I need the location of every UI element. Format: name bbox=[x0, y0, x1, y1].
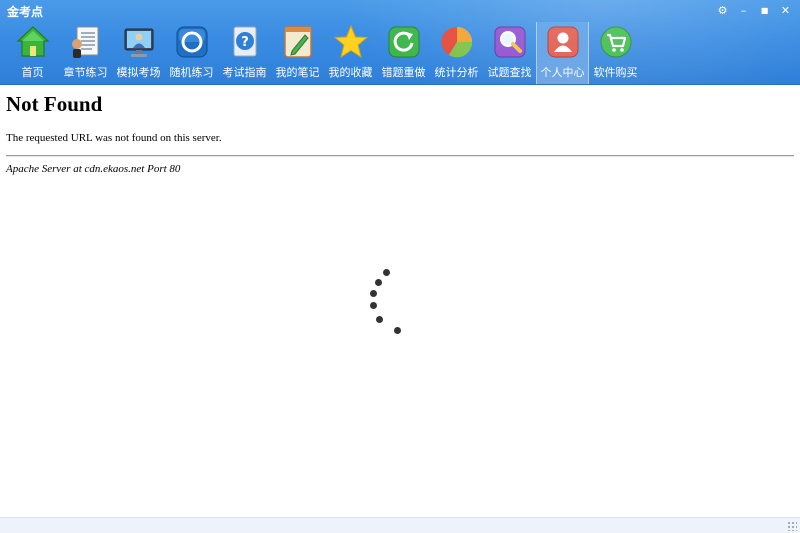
pie-chart-icon bbox=[439, 24, 475, 60]
tool-statistics[interactable]: 统计分析 bbox=[430, 22, 483, 84]
tool-mock-exam[interactable]: 模拟考场 bbox=[112, 22, 165, 84]
error-message: The requested URL was not found on this … bbox=[6, 132, 222, 144]
svg-text:?: ? bbox=[241, 35, 249, 50]
minimize-icon: – bbox=[740, 4, 747, 17]
tool-redo-mistakes[interactable]: 错题重做 bbox=[377, 22, 430, 84]
divider bbox=[6, 155, 794, 157]
minimize-button[interactable]: – bbox=[735, 3, 752, 18]
spinner-dot bbox=[375, 279, 382, 286]
spinner-dot bbox=[370, 302, 377, 309]
spinner-dot bbox=[394, 327, 401, 334]
main-toolbar: 首页 章节练习 模拟考场 随机练习 ? 考试指南 我的笔记 我的收藏 错题重做 … bbox=[6, 22, 642, 84]
app-title: 金考点 bbox=[7, 5, 44, 19]
maximize-icon: ■ bbox=[760, 5, 769, 15]
close-button[interactable]: ✕ bbox=[777, 3, 794, 18]
monitor-person-icon bbox=[121, 24, 157, 60]
tool-personal-center[interactable]: 个人中心 bbox=[536, 22, 589, 84]
app-toolbar: 金考点 ⚙ – ■ ✕ 首页 章节练习 模拟考场 随机练习 ? 考试指南 我的笔… bbox=[0, 0, 800, 85]
home-icon bbox=[15, 24, 51, 60]
tool-my-favorites[interactable]: 我的收藏 bbox=[324, 22, 377, 84]
settings-button[interactable]: ⚙ bbox=[714, 3, 731, 18]
gear-icon: ⚙ bbox=[717, 4, 728, 17]
tool-exam-guide[interactable]: ? 考试指南 bbox=[218, 22, 271, 84]
star-icon bbox=[333, 24, 369, 60]
tool-chapter-practice[interactable]: 章节练习 bbox=[59, 22, 112, 84]
maximize-button[interactable]: ■ bbox=[756, 3, 773, 18]
notebook-pencil-icon bbox=[280, 24, 316, 60]
tool-my-notes[interactable]: 我的笔记 bbox=[271, 22, 324, 84]
document-pen-icon bbox=[68, 24, 104, 60]
cart-icon bbox=[598, 24, 634, 60]
tool-question-search[interactable]: 试题查找 bbox=[483, 22, 536, 84]
window-controls: ⚙ – ■ ✕ bbox=[714, 3, 794, 18]
tool-random-practice[interactable]: 随机练习 bbox=[165, 22, 218, 84]
question-book-icon: ? bbox=[227, 24, 263, 60]
spinner-dot bbox=[370, 290, 377, 297]
tool-label: 软件购买 bbox=[593, 66, 638, 79]
close-icon: ✕ bbox=[780, 4, 791, 17]
page-title: Not Found bbox=[6, 92, 103, 116]
tool-home[interactable]: 首页 bbox=[6, 22, 59, 84]
user-icon bbox=[545, 24, 581, 60]
loading-spinner bbox=[360, 266, 410, 341]
browser-content: Not Found The requested URL was not foun… bbox=[0, 86, 800, 518]
random-cycle-icon bbox=[174, 24, 210, 60]
spinner-dot bbox=[383, 269, 390, 276]
spinner-dot bbox=[376, 316, 383, 323]
magnifier-icon bbox=[492, 24, 528, 60]
resize-grip-icon[interactable] bbox=[787, 521, 797, 531]
status-bar bbox=[0, 517, 800, 533]
tool-buy-software[interactable]: 软件购买 bbox=[589, 22, 642, 84]
server-signature: Apache Server at cdn.ekaos.net Port 80 bbox=[6, 163, 181, 175]
refresh-icon bbox=[386, 24, 422, 60]
